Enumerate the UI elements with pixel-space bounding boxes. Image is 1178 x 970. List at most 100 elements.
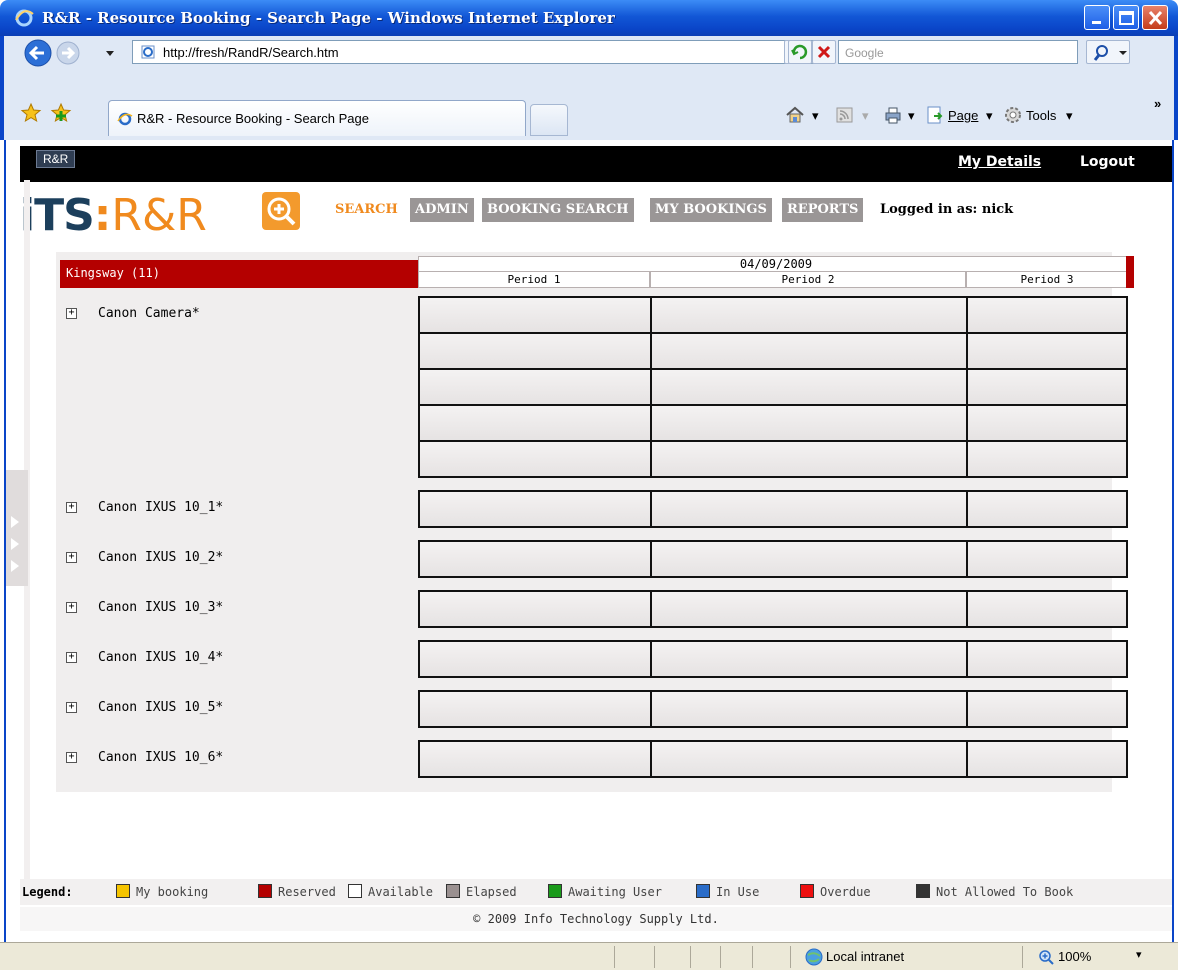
booking-slot-period-2[interactable] (650, 440, 968, 478)
stop-icon (817, 45, 831, 59)
booking-slot-period-2[interactable] (650, 540, 968, 578)
status-segment (690, 946, 691, 968)
booking-slot-period-2[interactable] (650, 490, 968, 528)
menu-booking-search[interactable]: BOOKING SEARCH (482, 198, 634, 222)
menu-search[interactable]: SEARCH (330, 198, 403, 222)
booking-slot-period-1[interactable] (418, 332, 652, 370)
print-dropdown-icon[interactable]: ▾ (908, 108, 915, 124)
tools-gear-icon[interactable] (1002, 104, 1024, 126)
feeds-icon[interactable] (834, 104, 856, 126)
logout-link[interactable]: Logout (1080, 154, 1135, 170)
booking-slot-period-3[interactable] (966, 640, 1128, 678)
expand-plus-icon[interactable]: + (66, 502, 77, 513)
tools-dropdown-icon[interactable]: ▾ (1066, 108, 1073, 124)
zoom-icon[interactable] (1038, 949, 1054, 965)
zoom-level[interactable]: 100% (1058, 949, 1091, 964)
booking-slot-period-1[interactable] (418, 440, 652, 478)
resource-name[interactable]: Canon IXUS 10_4* (98, 650, 223, 665)
booking-slot-period-1[interactable] (418, 368, 652, 406)
expand-plus-icon[interactable]: + (66, 652, 77, 663)
new-tab-button[interactable] (530, 104, 568, 136)
page-icon (141, 45, 155, 59)
booking-slot-period-3[interactable] (966, 490, 1128, 528)
legend-item-label: My booking (136, 885, 209, 899)
booking-slot-period-1[interactable] (418, 690, 652, 728)
rr-home-link[interactable]: R&R (36, 150, 76, 168)
side-panel-handle[interactable] (6, 470, 28, 586)
booking-slot-period-1[interactable] (418, 296, 652, 334)
close-window-button[interactable] (1142, 5, 1168, 30)
window-titlebar: R&R - Resource Booking - Search Page - W… (0, 0, 1178, 36)
booking-slot-period-3[interactable] (966, 690, 1128, 728)
booking-slot-period-3[interactable] (966, 404, 1128, 442)
search-input[interactable]: Google (838, 40, 1078, 64)
booking-slot-period-2[interactable] (650, 590, 968, 628)
expand-plus-icon[interactable]: + (66, 752, 77, 763)
expand-plus-icon[interactable]: + (66, 702, 77, 713)
booking-slot-period-2[interactable] (650, 404, 968, 442)
booking-slot-period-2[interactable] (650, 296, 968, 334)
expand-plus-icon[interactable]: + (66, 308, 77, 319)
maximize-button[interactable] (1113, 5, 1139, 30)
feeds-dropdown-icon[interactable]: ▾ (862, 108, 869, 124)
booking-slot-period-1[interactable] (418, 540, 652, 578)
booking-slot-period-1[interactable] (418, 490, 652, 528)
booking-slot-period-3[interactable] (966, 368, 1128, 406)
menu-reports[interactable]: REPORTS (782, 198, 864, 222)
my-details-link[interactable]: My Details (958, 154, 1041, 170)
home-dropdown-icon[interactable]: ▾ (812, 108, 819, 124)
booking-slot-period-2[interactable] (650, 640, 968, 678)
booking-slot-period-3[interactable] (966, 590, 1128, 628)
minimize-button[interactable] (1084, 5, 1110, 30)
legend-item-label: Awaiting User (568, 885, 662, 899)
tab-toolbar: R&R - Resource Booking - Search Page ▾ ▾… (0, 90, 1178, 140)
address-bar[interactable]: http://fresh/RandR/Search.htm ▼ (132, 40, 822, 64)
booking-slot-period-1[interactable] (418, 640, 652, 678)
booking-slot-period-1[interactable] (418, 740, 652, 778)
search-button[interactable] (1086, 40, 1130, 64)
resource-name[interactable]: Canon Camera* (98, 306, 200, 321)
page-menu-icon[interactable] (924, 104, 946, 126)
booking-slot-period-1[interactable] (418, 404, 652, 442)
home-icon[interactable] (784, 104, 806, 126)
expand-plus-icon[interactable]: + (66, 602, 77, 613)
back-forward-buttons[interactable] (22, 38, 126, 68)
date-header: 04/09/2009 (418, 256, 1134, 272)
chevron-more-icon[interactable]: » (1154, 96, 1161, 111)
search-placeholder: Google (845, 46, 884, 60)
close-icon (1148, 10, 1163, 26)
tools-menu[interactable]: Tools (1026, 108, 1056, 123)
booking-slot-period-2[interactable] (650, 740, 968, 778)
resource-name[interactable]: Canon IXUS 10_2* (98, 550, 223, 565)
resource-name[interactable]: Canon IXUS 10_6* (98, 750, 223, 765)
booking-slot-period-1[interactable] (418, 590, 652, 628)
stop-button[interactable] (812, 40, 836, 64)
favorites-star-icon[interactable] (20, 102, 42, 124)
refresh-button[interactable] (788, 40, 812, 64)
resource-name[interactable]: Canon IXUS 10_3* (98, 600, 223, 615)
add-favorites-icon[interactable] (50, 102, 72, 124)
booking-slot-period-2[interactable] (650, 368, 968, 406)
page-menu[interactable]: Page (948, 108, 978, 123)
print-icon[interactable] (882, 104, 904, 126)
logo-its-text: iTS (20, 190, 95, 241)
booking-slot-period-3[interactable] (966, 440, 1128, 478)
booking-slot-period-2[interactable] (650, 690, 968, 728)
menu-admin[interactable]: ADMIN (410, 198, 474, 222)
expand-plus-icon[interactable]: + (66, 552, 77, 563)
legend-label: Legend: (22, 885, 73, 899)
status-segment (752, 946, 753, 968)
booking-slot-period-2[interactable] (650, 332, 968, 370)
booking-slot-period-3[interactable] (966, 540, 1128, 578)
page-dropdown-icon[interactable]: ▾ (986, 108, 993, 124)
zoom-dropdown-icon[interactable]: ▾ (1136, 948, 1142, 961)
tab-search-page[interactable]: R&R - Resource Booking - Search Page (108, 100, 526, 136)
resource-name[interactable]: Canon IXUS 10_5* (98, 700, 223, 715)
menu-my-bookings[interactable]: MY BOOKINGS (650, 198, 772, 222)
legend-swatch (548, 884, 562, 898)
booking-slot-period-3[interactable] (966, 332, 1128, 370)
resource-name[interactable]: Canon IXUS 10_1* (98, 500, 223, 515)
booking-slot-period-3[interactable] (966, 740, 1128, 778)
page-content: R&R My Details Logout iTS:R&R SEARCH ADM… (4, 140, 1174, 942)
booking-slot-period-3[interactable] (966, 296, 1128, 334)
